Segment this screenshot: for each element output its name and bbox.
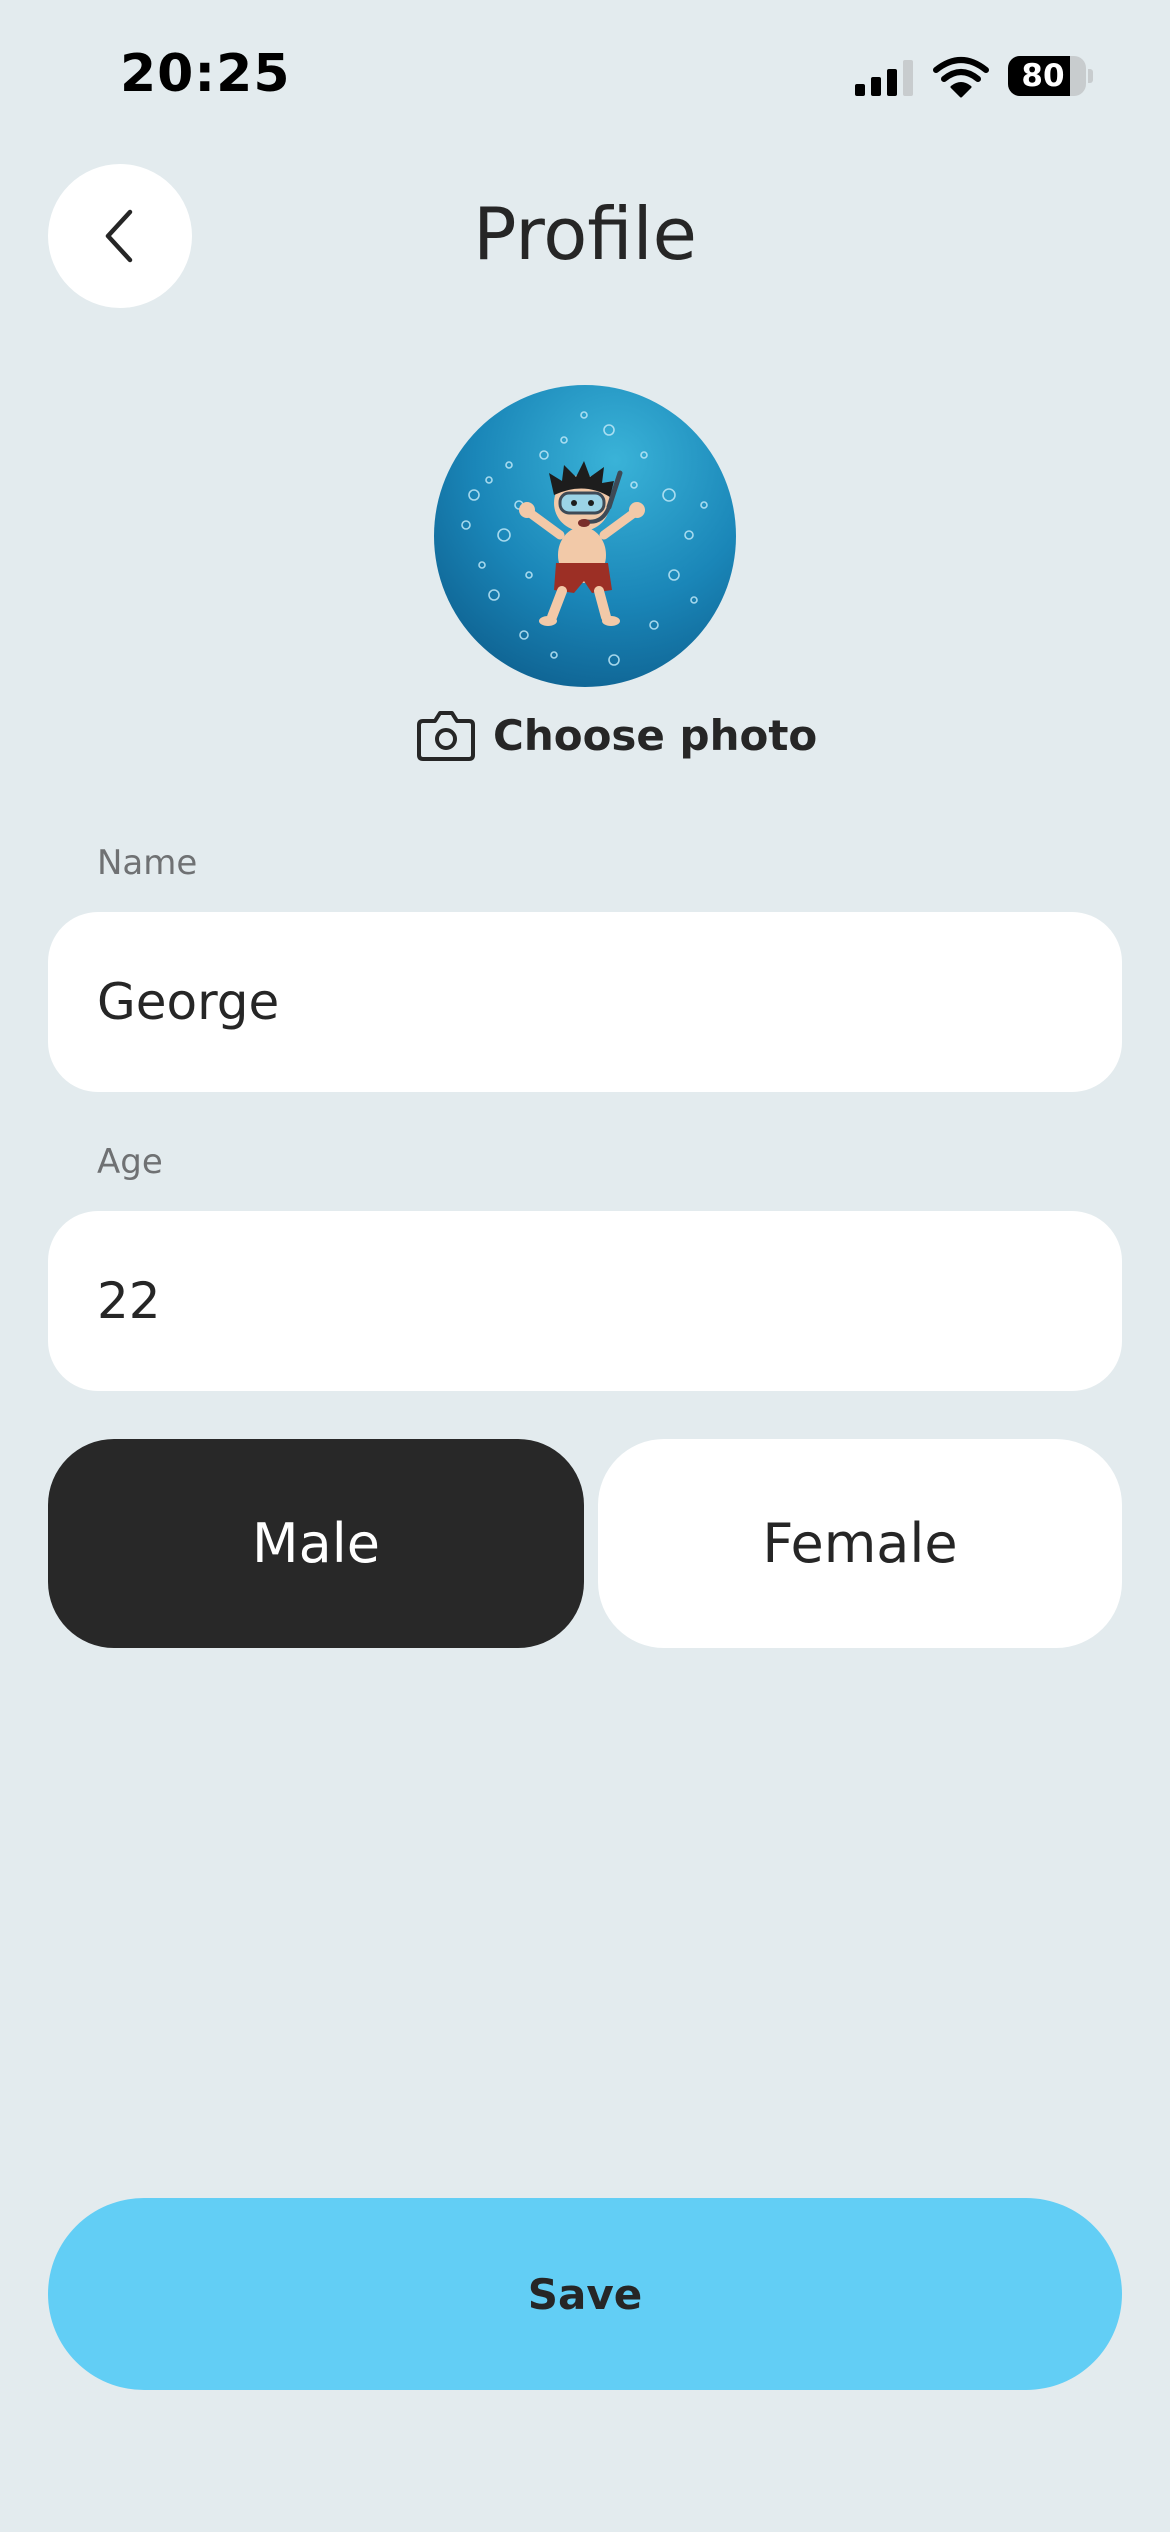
- avatar[interactable]: [434, 385, 736, 687]
- age-label: Age: [97, 1142, 163, 1182]
- gender-female-button[interactable]: Female: [598, 1439, 1122, 1648]
- age-field[interactable]: [48, 1211, 1122, 1391]
- status-time: 20:25: [120, 44, 291, 104]
- name-label: Name: [97, 843, 198, 883]
- save-button[interactable]: Save: [48, 2198, 1122, 2390]
- name-field[interactable]: [48, 912, 1122, 1092]
- choose-photo-button[interactable]: Choose photo: [415, 700, 817, 770]
- battery-level: 80: [1021, 58, 1065, 94]
- battery-icon: 80: [1008, 56, 1093, 96]
- age-input[interactable]: [97, 1211, 1067, 1391]
- gender-male-button[interactable]: Male: [48, 1439, 584, 1648]
- camera-icon: [417, 711, 475, 761]
- wifi-icon: [933, 57, 989, 98]
- status-bar: 20:25 80: [0, 0, 1170, 150]
- avatar-illustration: [434, 385, 736, 687]
- page-title: Profile: [473, 192, 697, 276]
- cellular-signal-icon: [855, 60, 913, 96]
- name-input[interactable]: [97, 912, 1067, 1092]
- choose-photo-label: Choose photo: [493, 710, 818, 760]
